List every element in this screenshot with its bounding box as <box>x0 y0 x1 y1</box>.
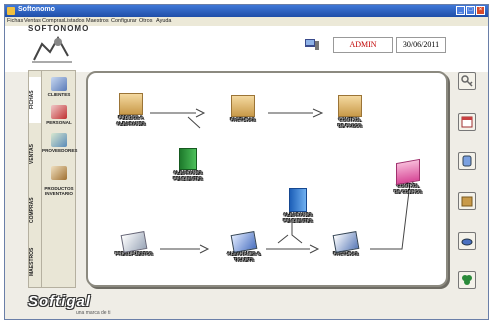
pink-box-icon <box>396 158 420 186</box>
node-label: FACTURAS <box>230 117 256 122</box>
brand-logo-text: SOFTONOMO <box>28 24 90 33</box>
database-icon <box>462 155 472 167</box>
sidebar-item-label: PRODUCTOS INVENTARIO <box>44 186 74 196</box>
suppliers-icon <box>51 133 67 147</box>
blue-book-icon <box>289 188 307 212</box>
tab-maestros[interactable]: MAESTROS <box>29 239 41 285</box>
sidebar-item-label: CLIENTES <box>47 92 71 97</box>
menu-fichas[interactable]: Fichas <box>7 18 23 24</box>
tab-compras[interactable]: COMPRAS <box>29 187 41 233</box>
node-label: ALBARANES PENDIENTES <box>173 170 203 181</box>
menu-otros[interactable]: Otros <box>139 18 152 24</box>
papers-icon <box>230 231 258 253</box>
exit-button[interactable] <box>458 271 476 289</box>
box-icon <box>231 95 255 117</box>
sidebar-item-clientes[interactable]: CLIENTES <box>42 77 76 97</box>
box-icon <box>119 93 143 115</box>
node-facturas-top[interactable]: FACTURAS <box>226 95 260 123</box>
notebook-icon <box>461 196 473 207</box>
node-label: FACTURAS <box>333 251 359 256</box>
close-button[interactable]: × <box>476 6 485 15</box>
menu-maestros[interactable]: Maestros <box>86 18 109 24</box>
products-icon <box>51 166 67 180</box>
node-albaranes-pendientes-green[interactable]: ALBARANES PENDIENTES <box>168 148 208 182</box>
title-bar: Softonomo _ □ × <box>5 5 488 17</box>
sidebar: FICHAS VENTAS COMPRAS MAESTROS CLIENTES … <box>28 70 78 288</box>
node-label: ALBARANES PENDIENTES <box>283 212 313 223</box>
node-albaranes-tickets[interactable]: ALBARANES & TICKETS <box>224 231 264 263</box>
minimize-button[interactable]: _ <box>456 6 465 15</box>
current-date: 30/06/2011 <box>396 37 446 53</box>
sidebar-item-personal[interactable]: PERSONAL <box>42 105 76 125</box>
app-icon <box>7 7 15 15</box>
maximize-button[interactable]: □ <box>466 6 475 15</box>
node-label: CONTROL DE PAGOS <box>338 117 362 128</box>
tab-fichas[interactable]: FICHAS <box>29 77 41 123</box>
box-icon <box>338 95 362 117</box>
menu-configurar[interactable]: Configurar <box>111 18 137 24</box>
footer-tagline: una marca de ti <box>76 310 111 316</box>
node-albaranes-pendientes-blue[interactable]: ALBARANES PENDIENTES <box>278 188 318 224</box>
workflow-diagram: PEDIDOS A ALBARANES FACTURAS CONTROL DE … <box>86 71 448 287</box>
clients-icon <box>51 77 67 91</box>
calendar-button[interactable] <box>458 113 476 131</box>
database-button[interactable] <box>458 152 476 170</box>
sidebar-item-proveedores[interactable]: PROVEEDORES <box>42 133 78 153</box>
clover-icon <box>462 275 472 285</box>
footer-logo: Softigal <box>28 293 91 310</box>
window-title: Softonomo <box>18 6 55 13</box>
node-control-cobros[interactable]: CONTROL DE COBROS <box>390 158 426 195</box>
notebook-button[interactable] <box>458 192 476 210</box>
papers-icon <box>120 231 148 253</box>
sidebar-item-label: PROVEEDORES <box>42 148 78 153</box>
key-button[interactable] <box>458 72 476 90</box>
node-facturas-bottom[interactable]: FACTURAS <box>328 231 364 257</box>
green-book-icon <box>179 148 197 170</box>
node-presupuestos[interactable]: PRESUPUESTOS <box>112 231 156 257</box>
sidebar-item-productos[interactable]: PRODUCTOS INVENTARIO <box>42 161 76 196</box>
staff-icon <box>51 105 67 119</box>
node-label: PEDIDOS A ALBARANES <box>116 115 146 126</box>
tab-ventas[interactable]: VENTAS <box>29 131 41 177</box>
node-label: ALBARANES & TICKETS <box>227 251 261 262</box>
menu-ayuda[interactable]: Ayuda <box>156 18 172 24</box>
disk-icon <box>461 238 473 246</box>
brand-logo-icon <box>32 35 72 63</box>
computer-icon[interactable] <box>305 39 319 50</box>
papers-icon <box>332 231 360 253</box>
node-label: PRESUPUESTOS <box>115 251 153 256</box>
node-control-pagos[interactable]: CONTROL DE PAGOS <box>332 95 368 129</box>
sidebar-item-label: PERSONAL <box>46 120 72 125</box>
disk-button[interactable] <box>458 232 476 250</box>
current-user: ADMIN <box>333 37 393 53</box>
key-icon <box>461 75 473 87</box>
calendar-icon <box>461 116 473 128</box>
node-pedidos[interactable]: PEDIDOS A ALBARANES <box>116 93 146 127</box>
